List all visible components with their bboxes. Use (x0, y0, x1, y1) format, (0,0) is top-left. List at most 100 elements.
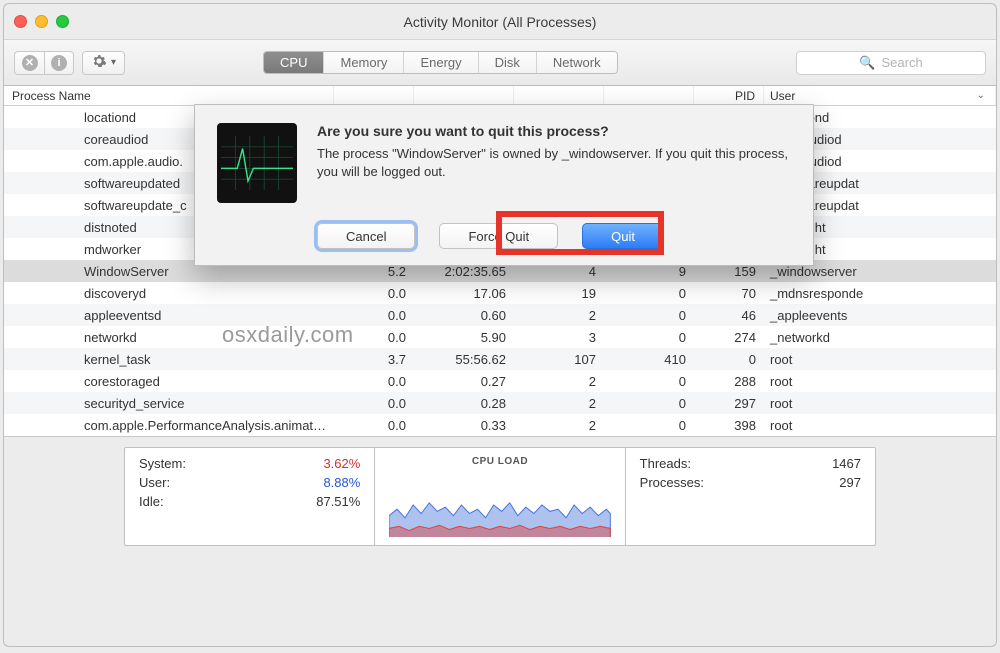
cell-threads: 3 (514, 330, 604, 345)
footer-stats: System:3.62% User:8.88% Idle:87.51% CPU … (4, 436, 996, 556)
cell-user: root (764, 352, 996, 367)
tab-disk[interactable]: Disk (479, 52, 537, 73)
cell-time: 0.28 (414, 396, 514, 411)
header-idle[interactable] (604, 86, 694, 105)
cpu-load-chart (389, 473, 610, 537)
cell-idle: 0 (604, 286, 694, 301)
cell-user: root (764, 418, 996, 433)
idle-value: 87.51% (316, 494, 360, 509)
header-pid[interactable]: PID (694, 86, 764, 105)
info-icon: i (51, 55, 67, 71)
cell-pid: 0 (694, 352, 764, 367)
cell-idle: 0 (604, 396, 694, 411)
table-row[interactable]: securityd_service0.00.2820297root (4, 392, 996, 414)
minimize-window-button[interactable] (35, 15, 48, 28)
cell-process-name: discoveryd (4, 286, 334, 301)
cell-user: _networkd (764, 330, 996, 345)
inspect-process-button[interactable]: i (44, 51, 74, 75)
cpu-stats-panel: System:3.62% User:8.88% Idle:87.51% (124, 447, 374, 546)
quit-button[interactable]: Quit (582, 223, 664, 249)
cpu-load-title: CPU LOAD (472, 456, 528, 467)
sort-indicator-icon: ⌄ (977, 90, 985, 101)
cell-pid: 46 (694, 308, 764, 323)
processes-label: Processes: (640, 475, 704, 490)
activity-monitor-icon (217, 123, 297, 203)
cell-pid: 288 (694, 374, 764, 389)
header-cpu[interactable] (334, 86, 414, 105)
idle-label: Idle: (139, 494, 164, 509)
cell-time: 0.27 (414, 374, 514, 389)
header-process-name[interactable]: Process Name (4, 86, 334, 105)
cell-threads: 2 (514, 396, 604, 411)
cell-process-name: networkd (4, 330, 334, 345)
tab-network[interactable]: Network (537, 52, 617, 73)
stop-process-button[interactable]: ✕ (14, 51, 44, 75)
cell-user: root (764, 374, 996, 389)
cell-idle: 410 (604, 352, 694, 367)
dialog-headline: Are you sure you want to quit this proce… (317, 123, 791, 139)
column-headers: Process Name PID User ⌄ (4, 86, 996, 106)
cell-user: _mdnsresponde (764, 286, 996, 301)
user-label: User: (139, 475, 170, 490)
header-threads[interactable] (514, 86, 604, 105)
cell-idle: 0 (604, 308, 694, 323)
cancel-button[interactable]: Cancel (317, 223, 415, 249)
quit-process-dialog: Are you sure you want to quit this proce… (194, 104, 814, 266)
table-row[interactable]: com.apple.PerformanceAnalysis.animat…0.0… (4, 414, 996, 436)
cell-threads: 2 (514, 418, 604, 433)
close-window-button[interactable] (14, 15, 27, 28)
tab-cpu[interactable]: CPU (264, 52, 324, 73)
cpu-load-panel: CPU LOAD (374, 447, 624, 546)
cell-cpu: 3.7 (334, 352, 414, 367)
table-row[interactable]: discoveryd0.017.0619070_mdnsresponde (4, 282, 996, 304)
threads-value: 1467 (832, 456, 861, 471)
cell-time: 5.90 (414, 330, 514, 345)
cell-pid: 297 (694, 396, 764, 411)
cell-user: root (764, 396, 996, 411)
tab-energy[interactable]: Energy (404, 52, 478, 73)
cell-idle: 0 (604, 418, 694, 433)
cell-cpu: 0.0 (334, 286, 414, 301)
table-row[interactable]: corestoraged0.00.2720288root (4, 370, 996, 392)
cell-cpu: 0.0 (334, 374, 414, 389)
cell-time: 17.06 (414, 286, 514, 301)
threads-label: Threads: (640, 456, 691, 471)
window-controls (14, 15, 69, 28)
cell-time: 0.60 (414, 308, 514, 323)
zoom-window-button[interactable] (56, 15, 69, 28)
cell-threads: 107 (514, 352, 604, 367)
toolbar: ✕ i ▾ CPU Memory Energy Disk Network 🔍 S… (4, 40, 996, 86)
table-row[interactable]: appleeventsd0.00.602046_appleevents (4, 304, 996, 326)
cell-process-name: corestoraged (4, 374, 334, 389)
cell-pid: 274 (694, 330, 764, 345)
header-user[interactable]: User ⌄ (764, 86, 996, 105)
cell-time: 0.33 (414, 418, 514, 433)
cell-process-name: com.apple.PerformanceAnalysis.animat… (4, 418, 334, 433)
gear-icon (91, 53, 107, 72)
tab-memory[interactable]: Memory (324, 52, 404, 73)
cell-pid: 70 (694, 286, 764, 301)
cell-cpu: 0.0 (334, 308, 414, 323)
titlebar: Activity Monitor (All Processes) (4, 4, 996, 40)
dialog-message: The process "WindowServer" is owned by _… (317, 145, 791, 180)
system-label: System: (139, 456, 186, 471)
cell-idle: 0 (604, 330, 694, 345)
options-menu-button[interactable]: ▾ (82, 51, 125, 75)
table-row[interactable]: kernel_task3.755:56.621074100root (4, 348, 996, 370)
cell-process-name: securityd_service (4, 396, 334, 411)
force-quit-button[interactable]: Force Quit (439, 223, 558, 249)
table-row[interactable]: networkd0.05.9030274_networkd (4, 326, 996, 348)
chevron-down-icon: ▾ (111, 57, 116, 68)
cell-threads: 2 (514, 308, 604, 323)
tab-bar: CPU Memory Energy Disk Network (263, 51, 618, 74)
search-placeholder: Search (881, 55, 922, 70)
header-time[interactable] (414, 86, 514, 105)
cell-time: 55:56.62 (414, 352, 514, 367)
cell-user: _appleevents (764, 308, 996, 323)
cell-process-name: kernel_task (4, 352, 334, 367)
cell-cpu: 0.0 (334, 330, 414, 345)
processes-value: 297 (839, 475, 861, 490)
counts-panel: Threads: 1467 Processes: 297 (625, 447, 876, 546)
search-field[interactable]: 🔍 Search (796, 51, 986, 75)
search-icon: 🔍 (859, 55, 875, 71)
